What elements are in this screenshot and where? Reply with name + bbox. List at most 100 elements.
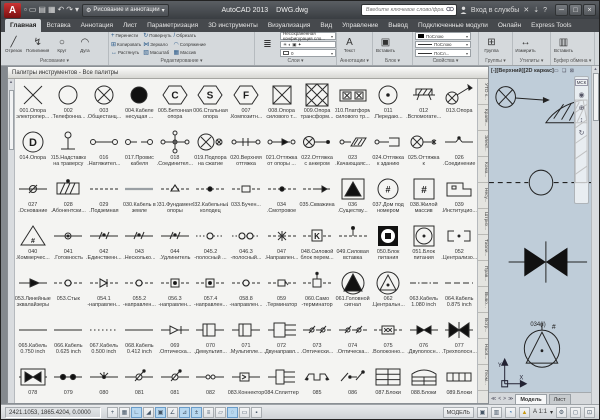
palette-tool[interactable]: 001.Опора электропер... xyxy=(15,81,51,128)
button-Дуга[interactable]: ◠Дуга xyxy=(74,37,95,53)
button-Повернуть[interactable]: ↻Повернуть xyxy=(143,32,171,40)
palette-tool[interactable]: 055.2 -направлен... xyxy=(122,269,158,316)
palette-tool[interactable]: 015.Надставка на траверсу xyxy=(51,128,87,175)
qat-dropdown-icon[interactable]: ▾ xyxy=(75,3,79,17)
workspace-switch-icon[interactable]: ⚙ xyxy=(556,407,567,418)
palette-tool[interactable]: 002 .Телефонна... xyxy=(51,81,87,128)
autoscale-icon[interactable]: ▲ xyxy=(519,407,530,418)
button-Текст[interactable]: АТекст xyxy=(339,37,360,53)
palette-tool[interactable]: 087.Блоки xyxy=(370,363,406,403)
palette-tool[interactable]: 086 xyxy=(335,363,371,403)
tab-Вывод[interactable]: Вывод xyxy=(383,19,413,32)
palette-tool[interactable]: 018 .Соединител... xyxy=(157,128,193,175)
palette-tool[interactable]: D014.Опора xyxy=(15,128,51,175)
palette-tool[interactable]: 078 xyxy=(15,363,51,403)
button-Круг[interactable]: ○Круг xyxy=(51,37,72,53)
palette-title[interactable]: Палитры инструментов - Все палитры xyxy=(8,67,488,79)
tab-Главная[interactable]: Главная xyxy=(5,19,41,32)
tab-Подключенные модули[interactable]: Подключенные модули xyxy=(413,19,493,32)
palette-tab-Геом...[interactable]: Геом... xyxy=(478,365,488,391)
palette-tool[interactable]: 082 xyxy=(193,363,229,403)
palette-tool[interactable]: F007 .Композитн... xyxy=(228,81,264,128)
palette-tool[interactable]: 030.Кабель в земле xyxy=(122,175,158,222)
button-Измерить[interactable]: ↔Измерить xyxy=(515,37,536,53)
button-Копировать[interactable]: ⊞Копировать xyxy=(111,40,141,49)
palette-tool[interactable]: 061.Головной сигнал xyxy=(335,269,371,316)
tab-Онлайн[interactable]: Онлайн xyxy=(493,19,526,32)
palette-scroll-thumb[interactable] xyxy=(9,90,14,150)
tab-Управление[interactable]: Управление xyxy=(337,19,383,32)
panel-label-Аннотации[interactable]: Аннотации ▾ xyxy=(337,57,372,65)
button-Растянуть[interactable]: ↔Растянуть xyxy=(111,49,141,57)
layout-icon[interactable]: ▣ xyxy=(477,407,488,418)
navigation-bar[interactable]: МСК ◉ ⊕ ↕ ↻ xyxy=(574,76,589,204)
palette-tool[interactable]: C005.Бетонная опора xyxy=(157,81,193,128)
tab-Аннотация[interactable]: Аннотация xyxy=(76,19,118,32)
palette-tool[interactable]: 066.Кабель 0.625 inch xyxy=(51,316,87,363)
button-Обрезать[interactable]: /Обрезать xyxy=(174,32,206,40)
palette-tool[interactable]: 011 .Передаю... xyxy=(370,81,406,128)
button-Вставить[interactable]: ▣Вставить xyxy=(375,37,396,53)
palette-tool[interactable]: 008.Опора силового т... xyxy=(264,81,300,128)
pan-icon[interactable]: ⊕ xyxy=(579,104,585,112)
palette-tool[interactable]: 019.Подпора на сжатие xyxy=(193,128,229,175)
fullscreen-icon[interactable]: ⊡ xyxy=(584,407,595,418)
drawing-canvas[interactable]: [-][Верхний][2D каркас] ▭ ❏ ⊠ МСК ◉ ⊕ ↕ … xyxy=(489,66,591,392)
toggle-otrack[interactable]: ∠ xyxy=(167,407,178,418)
palette-tool[interactable]: 003 .Общестанц... xyxy=(86,81,122,128)
button-Массив[interactable]: ▦Массив xyxy=(174,49,206,57)
a360-icon[interactable]: ✕ xyxy=(523,6,529,14)
panel-label-Рисование[interactable]: Рисование ▾ xyxy=(1,57,108,65)
tab-Вид[interactable]: Вид xyxy=(315,19,337,32)
palette-tool[interactable]: 042 .Единственн... xyxy=(86,222,122,269)
palette-tool[interactable]: 028 .Абонентски... xyxy=(51,175,87,222)
palette-tool[interactable]: 032.Кабельный колодец xyxy=(193,175,229,222)
palette-tab-Насл...[interactable]: Насл... xyxy=(478,339,488,365)
toggle-snap[interactable]: + xyxy=(107,407,118,418)
open-file-icon[interactable]: ▭ xyxy=(29,3,37,17)
help-icon[interactable]: ? xyxy=(543,7,547,14)
search-icon[interactable] xyxy=(446,6,454,14)
palette-tool[interactable]: 036 .Существу... xyxy=(335,175,371,222)
palette-tool[interactable]: 035.Скважина xyxy=(299,175,335,222)
palette-scrollbar[interactable]: ▲ xyxy=(8,79,15,403)
palette-tool[interactable]: 054.1 -направлен... xyxy=(86,269,122,316)
toggle-dyn[interactable]: ± xyxy=(191,407,202,418)
undo-icon[interactable]: ↶ xyxy=(58,3,65,17)
palette-tool[interactable]: 073 .Оптически... xyxy=(299,316,335,363)
palette-tool[interactable]: 044 .Удлинитель ... xyxy=(157,222,193,269)
palette-tool[interactable]: 045.2 -полосный ... xyxy=(193,222,229,269)
palette-tool[interactable]: 039 .Институцио... xyxy=(441,175,477,222)
toggle-tpy[interactable]: ▱ xyxy=(215,407,226,418)
signin-label[interactable]: Вход в службы xyxy=(471,7,519,14)
palette-tool[interactable]: 063.Кабель 1.080 inch xyxy=(406,269,442,316)
steering-wheel-icon[interactable]: ◉ xyxy=(578,91,584,99)
palette-tool[interactable]: 022.Оттяжка с анкером xyxy=(299,128,335,175)
panel-label-Блок[interactable]: Блок ▾ xyxy=(373,57,412,65)
palette-tool[interactable]: 088.Блоки xyxy=(406,363,442,403)
palette-tool[interactable]: 083.Коннектор xyxy=(228,363,264,403)
palette-tab-Крайн...[interactable]: Крайн... xyxy=(478,105,488,131)
tab-nav-arrow[interactable]: ≫ xyxy=(508,396,513,402)
palette-tool[interactable]: 046.3 -полосный... xyxy=(228,222,264,269)
palette-tool[interactable]: 070 .Демультип... xyxy=(193,316,229,363)
layer-select[interactable]: 0▾ xyxy=(280,49,336,57)
palette-tool[interactable]: 065.Кабель 0.750 inch xyxy=(15,316,51,363)
tab-nav-arrow[interactable]: < xyxy=(498,396,501,402)
toggle-ducs[interactable]: ⊿ xyxy=(179,407,190,418)
palette-tool[interactable]: 033.Бучен... xyxy=(228,175,264,222)
button-Полилиния[interactable]: ↯Полилиния xyxy=(26,37,49,53)
palette-tab-Встр...[interactable]: Встр... xyxy=(478,313,488,339)
toggle-osnap[interactable]: ▣ xyxy=(155,407,166,418)
button-Отрезок[interactable]: ╱Отрезок xyxy=(3,37,24,53)
palette-tab-Табли...[interactable]: Табли... xyxy=(478,235,488,261)
palette-tool[interactable]: 052 .Централизо... xyxy=(441,222,477,269)
palette-tool[interactable]: 060.Само -терминатор xyxy=(299,269,335,316)
palette-tool[interactable]: 010.Платформ силового тр... xyxy=(335,81,371,128)
palette-tool[interactable]: 017.Провис кабеля xyxy=(122,128,158,175)
palette-tool[interactable]: 076 .Двуполосн... xyxy=(406,316,442,363)
palette-tab-УТО к...[interactable]: УТО к... xyxy=(478,79,488,105)
palette-tool[interactable]: 067.Кабель 0.500 inch xyxy=(86,316,122,363)
button-Сопряжение[interactable]: ◠Сопряжение xyxy=(174,40,206,49)
button-Масштаб[interactable]: ▧Масштаб xyxy=(143,49,171,57)
